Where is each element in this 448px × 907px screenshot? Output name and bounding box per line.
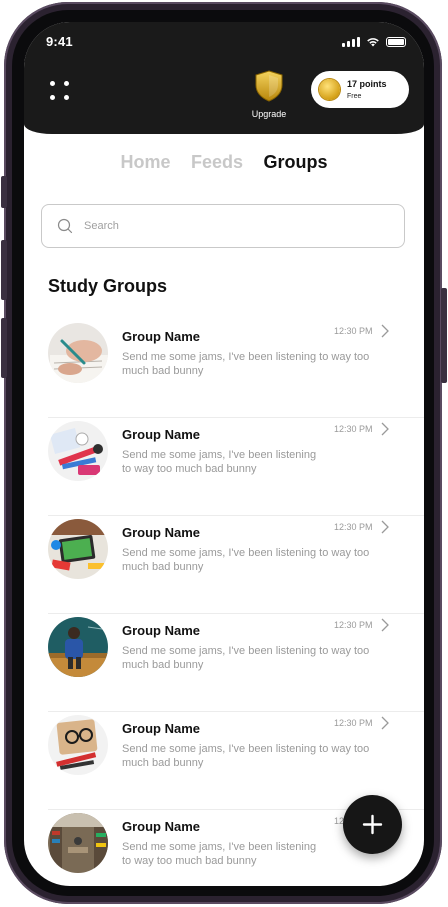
app-screen: 9:41 Upgrade 17 points Free Home Feeds G… <box>24 22 424 886</box>
coin-icon <box>319 79 340 100</box>
tab-feeds[interactable]: Feeds <box>191 152 243 173</box>
group-row[interactable]: Group Name Send me some jams, I've been … <box>24 516 424 614</box>
group-row[interactable]: Group Name Send me some jams, I've been … <box>24 320 424 418</box>
search-placeholder: Search <box>84 220 119 232</box>
group-timestamp: 12:30 PM <box>334 326 373 336</box>
tab-home[interactable]: Home <box>121 152 171 173</box>
group-name: Group Name <box>122 623 201 638</box>
group-name: Group Name <box>122 525 201 540</box>
group-last-message: Send me some jams, I've been listening t… <box>122 449 317 475</box>
plus-icon <box>362 814 383 835</box>
group-avatar <box>48 617 108 677</box>
group-last-message: Send me some jams, I've been listening t… <box>122 841 317 867</box>
group-avatar <box>48 421 108 481</box>
group-avatar <box>48 813 108 873</box>
group-name: Group Name <box>122 721 201 736</box>
points-badge[interactable]: 17 points Free <box>311 71 409 108</box>
group-avatar <box>48 323 108 383</box>
wifi-icon <box>367 38 379 47</box>
menu-dot-icon <box>50 95 55 100</box>
search-icon <box>57 218 73 234</box>
chevron-right-icon <box>381 618 389 632</box>
tab-groups[interactable]: Groups <box>263 152 327 173</box>
shield-icon <box>255 70 283 102</box>
tab-bar: Home Feeds Groups <box>24 152 424 173</box>
group-timestamp: 12:30 PM <box>334 718 373 728</box>
group-name: Group Name <box>122 329 201 344</box>
chevron-right-icon <box>381 520 389 534</box>
group-row[interactable]: Group Name Send me some jams, I've been … <box>24 614 424 712</box>
menu-dot-icon <box>50 81 55 86</box>
menu-dot-icon <box>64 81 69 86</box>
group-last-message: Send me some jams, I've been listening t… <box>122 743 370 769</box>
points-count: 17 points <box>347 79 387 89</box>
status-icons <box>342 36 406 47</box>
volume-up-button <box>1 240 7 300</box>
power-button <box>441 288 447 383</box>
chevron-right-icon <box>381 324 389 338</box>
menu-dot-icon <box>64 95 69 100</box>
group-row[interactable]: Group Name Send me some jams, I've been … <box>24 418 424 516</box>
create-group-button[interactable] <box>343 795 402 854</box>
group-avatar <box>48 715 108 775</box>
group-timestamp: 12:30 PM <box>334 522 373 532</box>
group-last-message: Send me some jams, I've been listening t… <box>122 351 370 377</box>
chevron-right-icon <box>381 422 389 436</box>
group-last-message: Send me some jams, I've been listening t… <box>122 645 370 671</box>
section-title: Study Groups <box>48 276 168 296</box>
app-header: 9:41 Upgrade 17 points Free <box>24 22 424 134</box>
upgrade-button[interactable]: Upgrade <box>242 70 296 119</box>
group-name: Group Name <box>122 427 201 442</box>
group-timestamp: 12:30 PM <box>334 620 373 630</box>
group-name: Group Name <box>122 819 201 834</box>
silent-switch <box>1 176 7 208</box>
status-time: 9:41 <box>46 34 73 49</box>
plan-label: Free <box>347 93 362 100</box>
battery-icon <box>386 36 406 47</box>
group-avatar <box>48 519 108 579</box>
group-timestamp: 12:30 PM <box>334 424 373 434</box>
chevron-right-icon <box>381 716 389 730</box>
volume-down-button <box>1 318 7 378</box>
group-last-message: Send me some jams, I've been listening t… <box>122 547 370 573</box>
upgrade-label: Upgrade <box>251 109 287 119</box>
menu-grid-button[interactable] <box>50 81 72 103</box>
search-input[interactable]: Search <box>41 204 405 248</box>
cellular-signal-icon <box>342 36 360 47</box>
